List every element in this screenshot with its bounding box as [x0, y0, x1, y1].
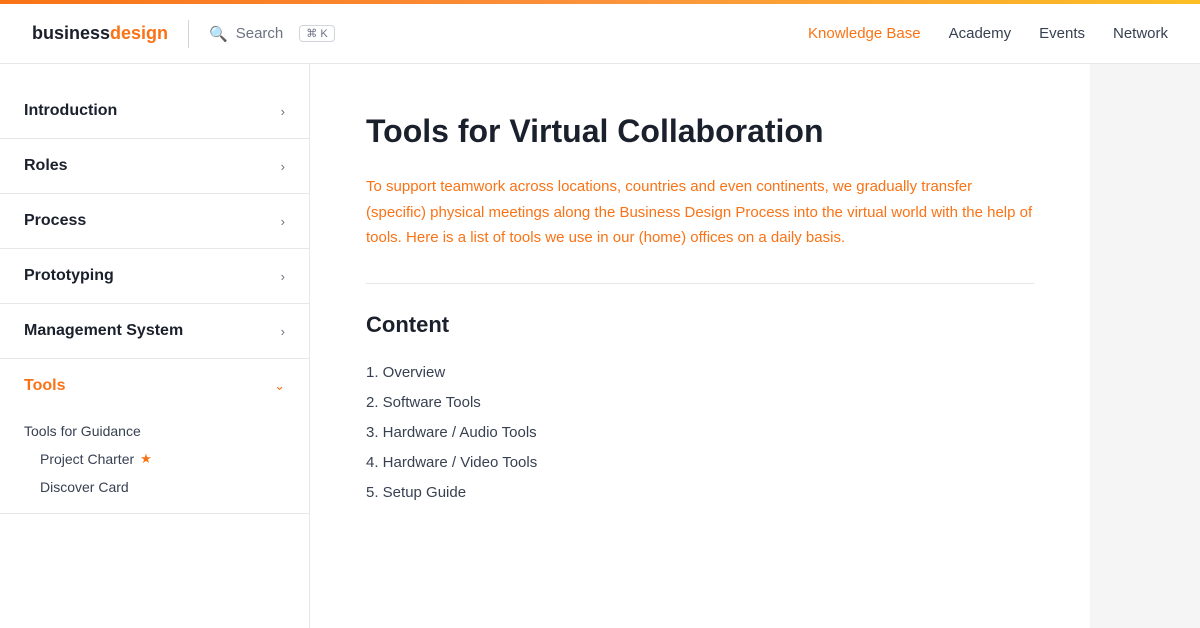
- content-list: 1. Overview 2. Software Tools 3. Hardwar…: [366, 358, 1034, 508]
- chevron-right-icon: ›: [281, 159, 285, 174]
- chevron-right-icon: ›: [281, 104, 285, 119]
- logo-divider: [188, 20, 189, 48]
- page-layout: Introduction › Roles › Process › Prototy…: [0, 64, 1200, 628]
- sidebar-item-management-system[interactable]: Management System ›: [0, 304, 309, 359]
- main-nav: Knowledge Base Academy Events Network: [808, 25, 1168, 42]
- page-title: Tools for Virtual Collaboration: [366, 112, 1034, 150]
- sidebar-label-process: Process: [24, 212, 86, 230]
- sidebar-item-header-introduction[interactable]: Introduction ›: [0, 84, 309, 138]
- sidebar-subitem-project-charter[interactable]: Project Charter ★: [0, 445, 309, 473]
- sidebar-label-roles: Roles: [24, 157, 68, 175]
- sidebar-label-management: Management System: [24, 322, 183, 340]
- sidebar-subitem-project-charter-label: Project Charter: [40, 451, 134, 467]
- sidebar-label-tools: Tools: [24, 377, 65, 395]
- list-item: 2. Software Tools: [366, 388, 1034, 418]
- sidebar-item-header-roles[interactable]: Roles ›: [0, 139, 309, 193]
- intro-paragraph: To support teamwork across locations, co…: [366, 174, 1034, 251]
- nav-academy[interactable]: Academy: [949, 25, 1012, 42]
- chevron-right-icon: ›: [281, 324, 285, 339]
- header: business design 🔍 Search ⌘ K Knowledge B…: [0, 4, 1200, 64]
- sidebar-label-prototyping: Prototyping: [24, 267, 114, 285]
- search-icon: 🔍: [209, 25, 228, 43]
- nav-events[interactable]: Events: [1039, 25, 1085, 42]
- sidebar-item-roles[interactable]: Roles ›: [0, 139, 309, 194]
- chevron-down-icon: ⌄: [274, 378, 285, 394]
- sidebar-item-prototyping[interactable]: Prototyping ›: [0, 249, 309, 304]
- sidebar-label-introduction: Introduction: [24, 102, 117, 120]
- star-icon: ★: [140, 451, 152, 467]
- list-item: 3. Hardware / Audio Tools: [366, 418, 1034, 448]
- nav-knowledge-base[interactable]: Knowledge Base: [808, 25, 921, 42]
- nav-network[interactable]: Network: [1113, 25, 1168, 42]
- sidebar-subitem-tools-guidance[interactable]: Tools for Guidance: [0, 417, 309, 445]
- main-content: Tools for Virtual Collaboration To suppo…: [310, 64, 1090, 628]
- sidebar-item-header-management[interactable]: Management System ›: [0, 304, 309, 358]
- sidebar-item-header-tools[interactable]: Tools ⌄: [0, 359, 309, 413]
- sidebar-item-tools[interactable]: Tools ⌄ Tools for Guidance Project Chart…: [0, 359, 309, 514]
- header-left: business design 🔍 Search ⌘ K: [32, 20, 335, 48]
- sidebar-subitem-discover-card-label: Discover Card: [40, 479, 129, 495]
- divider: [366, 283, 1034, 284]
- sidebar-item-header-prototyping[interactable]: Prototyping ›: [0, 249, 309, 303]
- kbd-text: ⌘ K: [306, 27, 327, 40]
- search-label: Search: [236, 25, 284, 42]
- logo-design: design: [110, 23, 168, 44]
- chevron-right-icon: ›: [281, 214, 285, 229]
- list-item: 1. Overview: [366, 358, 1034, 388]
- chevron-right-icon: ›: [281, 269, 285, 284]
- search-keyboard-shortcut: ⌘ K: [299, 25, 334, 42]
- search-bar[interactable]: 🔍 Search ⌘ K: [209, 25, 335, 43]
- list-item: 5. Setup Guide: [366, 478, 1034, 508]
- sidebar-tools-subitems: Tools for Guidance Project Charter ★ Dis…: [0, 413, 309, 513]
- logo[interactable]: business design: [32, 23, 168, 44]
- sidebar: Introduction › Roles › Process › Prototy…: [0, 64, 310, 628]
- sidebar-subitem-discover-card[interactable]: Discover Card: [0, 473, 309, 501]
- sidebar-item-header-process[interactable]: Process ›: [0, 194, 309, 248]
- sidebar-item-process[interactable]: Process ›: [0, 194, 309, 249]
- list-item: 4. Hardware / Video Tools: [366, 448, 1034, 478]
- logo-text: business: [32, 23, 110, 44]
- sidebar-item-introduction[interactable]: Introduction ›: [0, 84, 309, 139]
- content-section-title: Content: [366, 312, 1034, 338]
